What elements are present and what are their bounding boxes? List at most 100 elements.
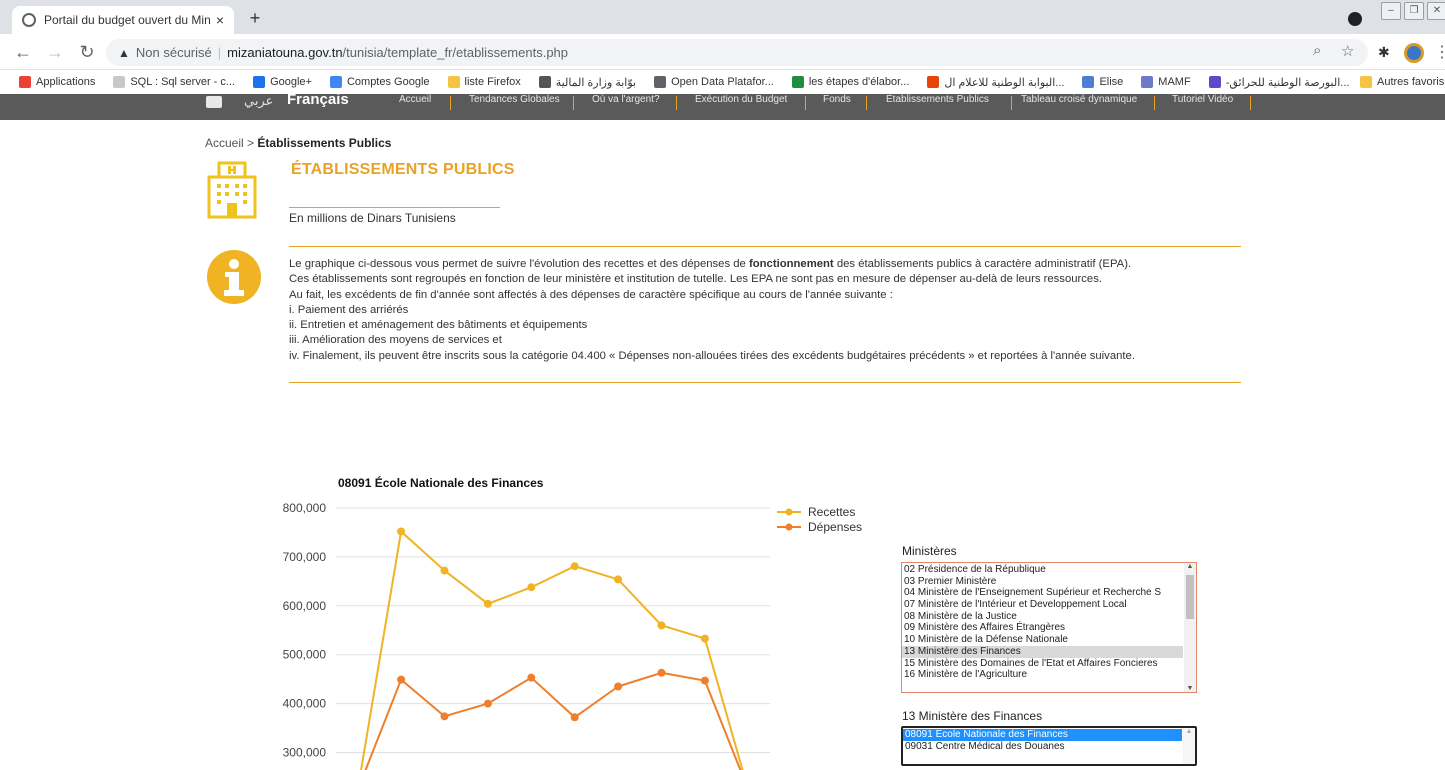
bookmark-item[interactable]: liste Firefox: [439, 70, 530, 94]
list-option[interactable]: 13 Ministère des Finances: [902, 645, 1183, 658]
vp-icon: [791, 76, 804, 88]
scroll-down-icon[interactable]: ▼: [1184, 685, 1196, 692]
data-point: [657, 668, 666, 677]
bookmark-label: Comptes Google: [346, 76, 430, 88]
bookmark-label: Google+: [270, 76, 312, 88]
info-description: Le graphique ci-dessous vous permet de s…: [289, 257, 1289, 364]
user-avatar[interactable]: [1404, 43, 1424, 63]
list-option[interactable]: 08 Ministère de la Justice: [902, 611, 1183, 623]
list-option[interactable]: 09031 Centre Médical des Douanes: [903, 741, 1182, 753]
mamf-icon: [1141, 76, 1154, 88]
list-option[interactable]: 10 Ministère de la Défense Nationale: [902, 634, 1183, 646]
bookmark-label: Elise: [1099, 76, 1124, 88]
forward-arrow-icon[interactable]: →: [44, 41, 66, 63]
back-arrow-icon[interactable]: ←: [12, 41, 34, 63]
legend-label: Recettes: [808, 505, 855, 519]
page-title: ÉTABLISSEMENTS PUBLICS: [291, 161, 515, 178]
ministeres-label: Ministères: [902, 544, 957, 558]
list-option[interactable]: 08091 Ecole Nationale des Finances: [903, 729, 1182, 741]
scroll-up-icon[interactable]: ▲: [1184, 563, 1196, 570]
lang-french-link[interactable]: Français: [287, 94, 349, 108]
bookmark-label: Applications: [36, 76, 96, 88]
list-option[interactable]: 15 Ministère des Domaines de l'Etat et A…: [902, 658, 1183, 670]
series-line: [360, 529, 744, 770]
bookmark-item[interactable]: Applications: [10, 70, 104, 94]
nav-tableau-croise[interactable]: Tableau croisé dynamique: [1021, 94, 1137, 105]
url-domain: mizaniatouna.gov.tn: [227, 45, 343, 60]
google-icon: [329, 76, 342, 88]
bookmarks-other-folder[interactable]: Autres favoris: [1360, 70, 1444, 94]
ministeres-listbox[interactable]: 02 Présidence de la République 03 Premier…: [901, 562, 1197, 693]
data-point: [397, 675, 406, 684]
etablissements-label: 13 Ministère des Finances: [902, 709, 1043, 723]
scroll-up-icon[interactable]: ▲: [1183, 728, 1195, 735]
list-icon: [1208, 76, 1221, 88]
restore-window-icon[interactable]: ❐: [1404, 2, 1424, 20]
list-option[interactable]: 04 Ministère de l'Enseignement Supérieur…: [902, 587, 1183, 599]
data-point: [483, 699, 492, 708]
minimize-window-icon[interactable]: –: [1381, 2, 1401, 20]
close-window-icon[interactable]: ✕: [1427, 2, 1445, 20]
browser-menu-icon[interactable]: ⋮: [1434, 42, 1445, 62]
y-tick-label: 400,000: [283, 697, 327, 711]
insecure-label: Non sécurisé: [135, 45, 212, 60]
zoom-icon[interactable]: ⌕: [1313, 42, 1321, 59]
bookmark-item[interactable]: البوابة الوطنية للاعلام ال...: [918, 70, 1073, 94]
bookmark-item[interactable]: Google+: [244, 70, 321, 94]
breadcrumb-current: Établissements Publics: [257, 136, 392, 150]
extensions-puzzle-icon[interactable]: ✱: [1378, 44, 1390, 61]
site-navigation: عربي Français Accueil Tendances Globales…: [0, 94, 1445, 120]
bookmark-item[interactable]: SQL : Sql server - c...: [104, 70, 244, 94]
scroll-thumb[interactable]: [1186, 575, 1194, 619]
lang-arabic-link[interactable]: عربي: [244, 94, 273, 109]
browser-tab-strip: Portail du budget ouvert du Mini × + – ❐…: [0, 0, 1445, 34]
bookmark-label: البوابة الوطنية للاعلام ال...: [944, 76, 1065, 89]
browser-profile-icon[interactable]: [1348, 12, 1362, 26]
bookmark-item[interactable]: MAMF: [1132, 70, 1199, 94]
elise-icon: [1082, 76, 1095, 88]
print-icon[interactable]: [206, 96, 222, 108]
list-option[interactable]: 03 Premier Ministère: [902, 576, 1183, 588]
browser-tab[interactable]: Portail du budget ouvert du Mini ×: [12, 6, 234, 34]
etablissements-listbox[interactable]: 08091 Ecole Nationale des Finances 09031 …: [901, 726, 1197, 766]
info-icon: [207, 250, 261, 304]
ministeres-scrollbar[interactable]: ▲ ▼: [1184, 563, 1196, 692]
bookmark-label: SQL : Sql server - c...: [130, 76, 236, 88]
etablissements-scrollbar[interactable]: ▲: [1183, 728, 1195, 764]
breadcrumb-home-link[interactable]: Accueil: [205, 136, 244, 150]
bookmark-item[interactable]: بوّابة وزارة المالية: [530, 70, 645, 94]
list-option[interactable]: 16 Ministère de l'Agriculture: [902, 669, 1183, 681]
data-point: [527, 583, 536, 592]
nav-tendances[interactable]: Tendances Globales: [469, 94, 560, 105]
bookmark-label: بوّابة وزارة المالية: [555, 76, 637, 89]
line-chart: 08091 École Nationale des Finances 800,00…: [283, 475, 862, 770]
nav-etablissements[interactable]: Établissements Publics: [886, 94, 989, 105]
info-line: Au fait, les excédents de fin d'année so…: [289, 288, 893, 301]
list-option[interactable]: 02 Présidence de la République: [902, 564, 1183, 576]
nav-tutoriel[interactable]: Tutoriel Vidéo: [1172, 94, 1233, 105]
bookmark-item[interactable]: les étapes d'élabor...: [783, 70, 919, 94]
legend-label: Dépenses: [808, 520, 862, 534]
info-line: ii. Entretien et aménagement des bâtimen…: [289, 319, 588, 332]
bookmark-item[interactable]: Elise: [1073, 70, 1132, 94]
data-point: [483, 599, 492, 608]
nav-execution[interactable]: Exécution du Budget: [695, 94, 787, 105]
nav-separator: [1154, 96, 1155, 110]
nav-ou-va-largent[interactable]: Où va l'argent?: [592, 94, 660, 105]
list-option[interactable]: 09 Ministère des Affaires Étrangères: [902, 622, 1183, 634]
globe-icon: [22, 13, 36, 27]
bookmark-item[interactable]: Comptes Google: [321, 70, 439, 94]
list-option[interactable]: 07 Ministère de l'Intérieur et Developpe…: [902, 599, 1183, 611]
address-bar[interactable]: ▲ Non sécurisé | mizaniatouna.gov.tn /tu…: [106, 39, 1368, 66]
breadcrumb-separator: >: [247, 136, 255, 150]
new-tab-button[interactable]: +: [244, 8, 266, 30]
bookmark-star-icon[interactable]: ☆: [1341, 42, 1354, 60]
data-point: [700, 634, 709, 643]
bookmark-item[interactable]: Open Data Platafor...: [645, 70, 783, 94]
nav-accueil[interactable]: Accueil: [399, 94, 431, 105]
bookmark-item[interactable]: -البورصة الوطنية للحرائق...: [1200, 70, 1359, 94]
data-point: [440, 566, 449, 575]
nav-fonds[interactable]: Fonds: [823, 94, 851, 105]
tab-close-icon[interactable]: ×: [216, 12, 224, 28]
reload-icon[interactable]: ↻: [76, 41, 98, 63]
